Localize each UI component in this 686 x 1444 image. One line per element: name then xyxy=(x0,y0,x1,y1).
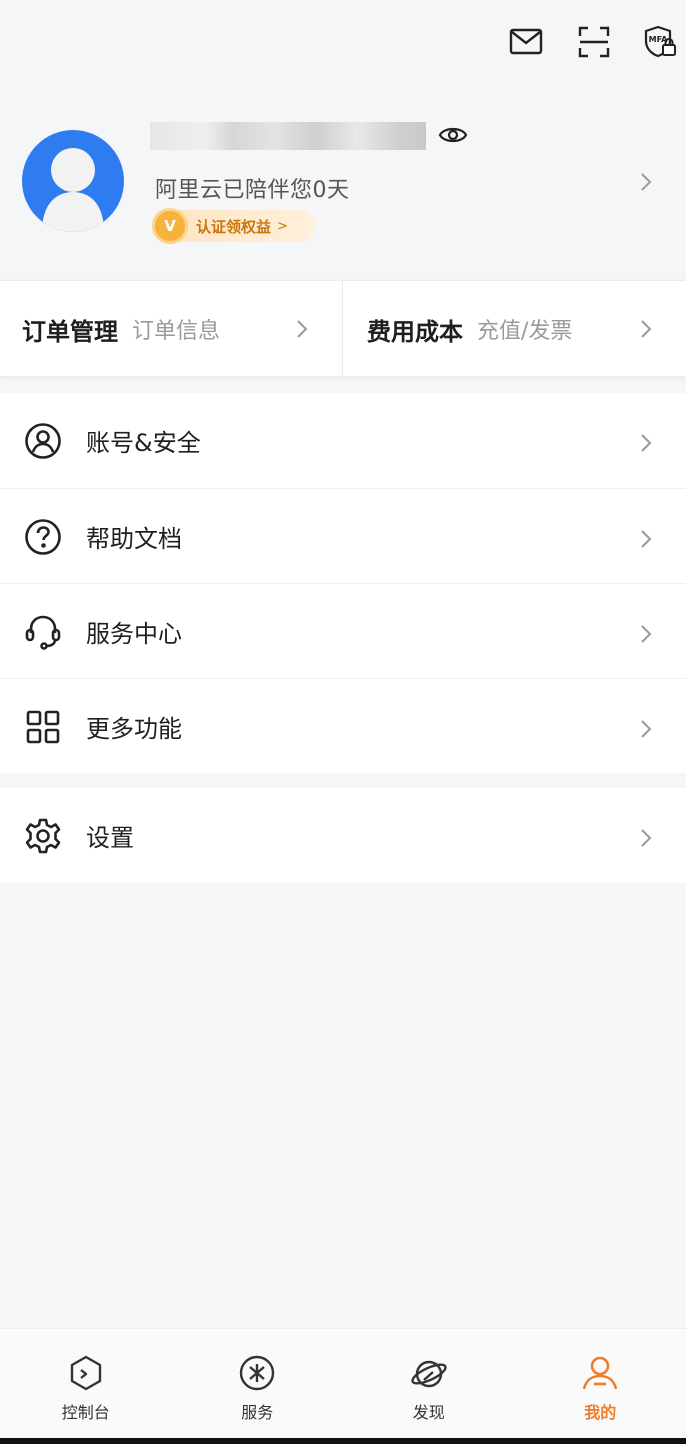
quick-link-subtitle: 订单信息 xyxy=(132,319,221,344)
eye-icon[interactable] xyxy=(438,122,468,148)
tab-service[interactable]: 服务 xyxy=(172,1329,344,1439)
tab-mine[interactable]: 我的 xyxy=(515,1329,686,1439)
chevron-right-icon[interactable] xyxy=(640,172,652,196)
mail-icon[interactable] xyxy=(508,24,544,60)
profile-section[interactable]: 阿里云已陪伴您0天 V 认证领权益 > xyxy=(0,100,686,280)
chevron-right-icon xyxy=(640,433,652,457)
menu-group-main: 账号&安全 帮助文档 服务中心 更多功能 xyxy=(0,393,686,773)
tab-discover[interactable]: 发现 xyxy=(343,1329,515,1439)
menu-item-more-features[interactable]: 更多功能 xyxy=(0,678,686,773)
service-icon xyxy=(237,1353,277,1393)
cost-management-link[interactable]: 费用成本 充值/发票 xyxy=(343,281,686,377)
companion-days-text: 阿里云已陪伴您0天 xyxy=(155,178,350,203)
chevron-right-icon xyxy=(640,719,652,743)
grid-icon xyxy=(24,708,62,746)
person-icon xyxy=(580,1353,620,1393)
menu-item-label: 帮助文档 xyxy=(86,524,182,553)
chevron-right-icon xyxy=(640,529,652,553)
default-avatar-icon xyxy=(42,148,104,232)
headset-icon xyxy=(24,613,62,651)
order-management-link[interactable]: 订单管理 订单信息 xyxy=(0,281,343,377)
bottom-tab-bar: 控制台 服务 发现 我的 xyxy=(0,1328,686,1438)
user-circle-icon xyxy=(24,422,62,460)
scan-icon[interactable] xyxy=(576,24,612,60)
tab-label: 我的 xyxy=(584,1403,617,1422)
tab-label: 控制台 xyxy=(61,1403,110,1422)
home-indicator-bar xyxy=(0,1438,686,1444)
menu-item-label: 服务中心 xyxy=(86,619,182,648)
top-bar: MFA xyxy=(0,0,686,90)
quick-links: 订单管理 订单信息 费用成本 充值/发票 xyxy=(0,280,686,377)
mfa-icon[interactable]: MFA xyxy=(642,24,678,60)
menu-item-label: 账号&安全 xyxy=(86,429,201,457)
chevron-right-icon xyxy=(640,828,652,852)
badge-arrow-icon: > xyxy=(277,218,288,234)
badge-label: 认证领权益 xyxy=(196,217,272,236)
tab-console[interactable]: 控制台 xyxy=(0,1329,172,1439)
gear-icon xyxy=(24,817,62,855)
menu-item-account-security[interactable]: 账号&安全 xyxy=(0,393,686,488)
quick-link-title: 费用成本 xyxy=(367,317,463,346)
menu-item-settings[interactable]: 设置 xyxy=(0,788,686,883)
quick-link-title: 订单管理 xyxy=(22,317,118,346)
menu-item-service-center[interactable]: 服务中心 xyxy=(0,583,686,678)
menu-group-settings: 设置 xyxy=(0,788,686,883)
tab-label: 服务 xyxy=(241,1403,274,1422)
tab-label: 发现 xyxy=(412,1403,445,1422)
avatar[interactable] xyxy=(22,130,124,232)
chevron-right-icon xyxy=(296,319,308,343)
help-circle-icon xyxy=(24,518,62,556)
quick-link-subtitle: 充值/发票 xyxy=(477,319,573,344)
chevron-right-icon xyxy=(640,624,652,648)
console-icon xyxy=(66,1353,106,1393)
menu-item-label: 更多功能 xyxy=(86,714,182,743)
verify-benefit-badge[interactable]: V 认证领权益 > xyxy=(152,208,316,244)
verified-v-icon: V xyxy=(152,208,188,244)
chevron-right-icon xyxy=(640,319,652,343)
menu-item-help-docs[interactable]: 帮助文档 xyxy=(0,488,686,583)
menu-item-label: 设置 xyxy=(86,824,134,852)
username-masked xyxy=(150,122,426,150)
planet-icon xyxy=(409,1353,449,1393)
